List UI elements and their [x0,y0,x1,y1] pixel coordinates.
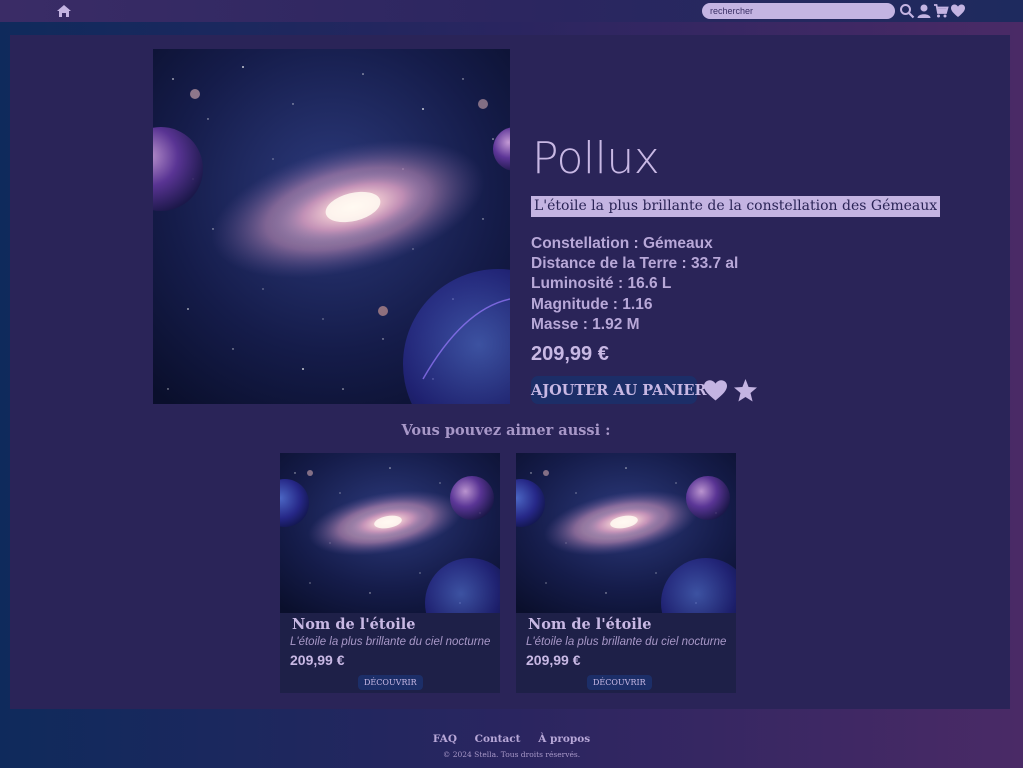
product-specs: Constellation : Gémeaux Distance de la T… [531,234,738,335]
copyright: © 2024 Stella. Tous droits réservés. [442,750,581,759]
product-card[interactable]: Nom de l'étoile L'étoile la plus brillan… [516,453,736,693]
card-title: Nom de l'étoile [292,616,416,633]
discover-button[interactable]: DÉCOUVRIR [587,675,652,690]
card-price: 209,99 € [526,652,581,668]
heart-icon[interactable] [950,3,966,19]
home-icon[interactable] [56,3,72,19]
spec-magnitude: Magnitude : 1.16 [531,295,653,313]
card-image [516,453,736,613]
footer: FAQ Contact À propos © 2024 Stella. Tous… [0,722,1023,768]
card-description: L'étoile la plus brillante du ciel noctu… [526,636,727,648]
footer-link-contact[interactable]: Contact [475,733,521,745]
footer-link-about[interactable]: À propos [538,733,590,745]
cart-icon[interactable] [933,3,949,19]
heart-icon[interactable] [703,379,728,402]
spec-constellation: Constellation : Gémeaux [531,235,713,252]
card-price: 209,99 € [290,652,345,668]
spec-mass: Masse : 1.92 M [531,315,640,333]
footer-links: FAQ Contact À propos [0,733,1023,745]
top-navigation-bar [0,0,1023,22]
product-card[interactable]: Nom de l'étoile L'étoile la plus brillan… [280,453,500,693]
search-icon[interactable] [899,3,915,19]
related-section-title: Vous pouvez aimer aussi : [401,422,611,439]
product-title: Pollux [532,133,660,184]
star-icon[interactable] [733,378,758,403]
search-input[interactable] [702,3,895,19]
card-title: Nom de l'étoile [528,616,652,633]
discover-button[interactable]: DÉCOUVRIR [358,675,423,690]
spec-luminosity: Luminosité : 16.6 L [531,275,672,293]
footer-link-faq[interactable]: FAQ [433,733,457,745]
card-image [280,453,500,613]
add-to-cart-button[interactable]: AJOUTER AU PANIER [531,376,707,404]
product-price: 209,99 € [531,343,609,365]
product-image [153,49,510,404]
product-tagline: L'étoile la plus brillante de la constel… [531,196,941,217]
spec-distance: Distance de la Terre : 33.7 al [531,255,739,273]
user-icon[interactable] [916,3,932,19]
card-description: L'étoile la plus brillante du ciel noctu… [290,636,491,648]
